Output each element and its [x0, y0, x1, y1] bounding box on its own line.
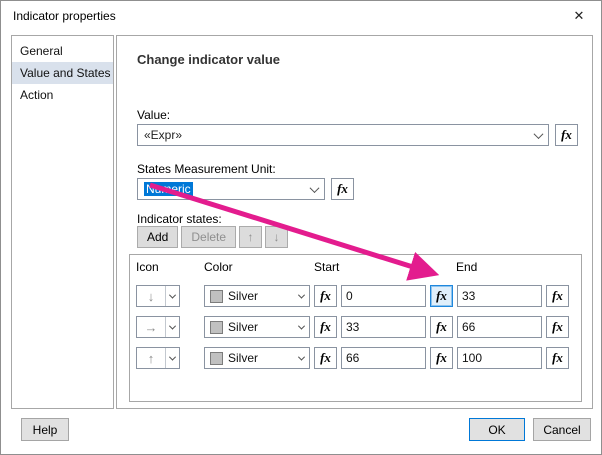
- color-swatch: [210, 320, 223, 334]
- ok-button[interactable]: OK: [469, 418, 525, 441]
- start-expression-button[interactable]: fx: [430, 316, 453, 338]
- panel-heading: Change indicator value: [137, 52, 281, 67]
- indicator-states-table: Icon Color Start End ↓ Silver fx fx: [129, 254, 582, 402]
- help-button[interactable]: Help: [21, 418, 69, 441]
- end-expression-button[interactable]: fx: [546, 347, 569, 369]
- move-up-button[interactable]: ↑: [239, 226, 263, 248]
- chevron-down-icon: [297, 353, 306, 361]
- value-label: Value:: [137, 108, 171, 122]
- col-header-start: Start: [314, 260, 340, 274]
- unit-combobox-text: Numeric: [144, 182, 193, 196]
- indicator-properties-dialog: Indicator properties ✕ General Value and…: [0, 0, 602, 455]
- up-arrow-icon: ↑: [147, 350, 155, 366]
- states-toolbar: Add Delete ↑ ↓: [137, 226, 289, 248]
- end-input[interactable]: [457, 285, 542, 307]
- end-input[interactable]: [457, 316, 542, 338]
- cancel-button[interactable]: Cancel: [533, 418, 591, 441]
- value-combobox[interactable]: «Expr»: [137, 124, 549, 146]
- color-combobox[interactable]: Silver: [204, 285, 310, 307]
- col-header-icon: Icon: [136, 260, 159, 274]
- unit-label: States Measurement Unit:: [137, 162, 276, 176]
- delete-button[interactable]: Delete: [181, 226, 237, 248]
- indicator-state-row: → Silver fx fx fx: [136, 316, 581, 338]
- dialog-title: Indicator properties: [13, 9, 116, 23]
- move-down-button[interactable]: ↓: [265, 226, 289, 248]
- start-expression-button[interactable]: fx: [430, 285, 453, 307]
- chevron-down-icon[interactable]: [533, 128, 544, 139]
- chevron-down-icon[interactable]: [309, 182, 320, 193]
- sidebar-item-action[interactable]: Action: [12, 84, 113, 106]
- close-icon[interactable]: ✕: [569, 8, 589, 24]
- indicator-state-row: ↑ Silver fx fx fx: [136, 347, 581, 369]
- content-panel: Change indicator value Value: «Expr» fx …: [116, 35, 593, 409]
- icon-dropdown-button[interactable]: [165, 317, 179, 337]
- icon-dropdown-button[interactable]: [165, 286, 179, 306]
- color-expression-button[interactable]: fx: [314, 285, 337, 307]
- value-combobox-text: «Expr»: [144, 128, 183, 142]
- chevron-down-icon: [297, 291, 306, 299]
- right-arrow-icon: →: [144, 319, 158, 335]
- start-expression-button[interactable]: fx: [430, 347, 453, 369]
- add-button[interactable]: Add: [137, 226, 179, 248]
- chevron-down-icon: [297, 322, 306, 330]
- end-expression-button[interactable]: fx: [546, 285, 569, 307]
- color-swatch: [210, 289, 223, 303]
- icon-combobox[interactable]: ↓: [136, 285, 180, 307]
- indicator-states-label: Indicator states:: [137, 212, 222, 226]
- sidebar-item-value-and-states[interactable]: Value and States: [12, 62, 113, 84]
- title-bar: Indicator properties ✕: [1, 1, 601, 31]
- sidebar: General Value and States Action: [11, 35, 114, 409]
- unit-combobox[interactable]: Numeric: [137, 178, 325, 200]
- chevron-down-icon: [168, 353, 177, 361]
- color-combobox-text: Silver: [228, 351, 259, 365]
- down-arrow-icon: ↓: [147, 288, 155, 304]
- col-header-end: End: [456, 260, 478, 274]
- chevron-down-icon: [168, 322, 177, 330]
- end-expression-button[interactable]: fx: [546, 316, 569, 338]
- end-input[interactable]: [457, 347, 542, 369]
- col-header-color: Color: [204, 260, 233, 274]
- unit-expression-button[interactable]: fx: [331, 178, 354, 200]
- start-input[interactable]: [341, 285, 426, 307]
- color-combobox[interactable]: Silver: [204, 316, 310, 338]
- color-expression-button[interactable]: fx: [314, 347, 337, 369]
- icon-dropdown-button[interactable]: [165, 348, 179, 368]
- icon-combobox[interactable]: →: [136, 316, 180, 338]
- color-combobox-text: Silver: [228, 289, 259, 303]
- color-combobox[interactable]: Silver: [204, 347, 310, 369]
- indicator-state-row: ↓ Silver fx fx fx: [136, 285, 581, 307]
- color-combobox-text: Silver: [228, 320, 259, 334]
- sidebar-item-general[interactable]: General: [12, 40, 113, 62]
- start-input[interactable]: [341, 347, 426, 369]
- chevron-down-icon: [168, 291, 177, 299]
- color-expression-button[interactable]: fx: [314, 316, 337, 338]
- value-expression-button[interactable]: fx: [555, 124, 578, 146]
- table-header-row: Icon Color Start End: [130, 260, 581, 276]
- start-input[interactable]: [341, 316, 426, 338]
- color-swatch: [210, 351, 223, 365]
- icon-combobox[interactable]: ↑: [136, 347, 180, 369]
